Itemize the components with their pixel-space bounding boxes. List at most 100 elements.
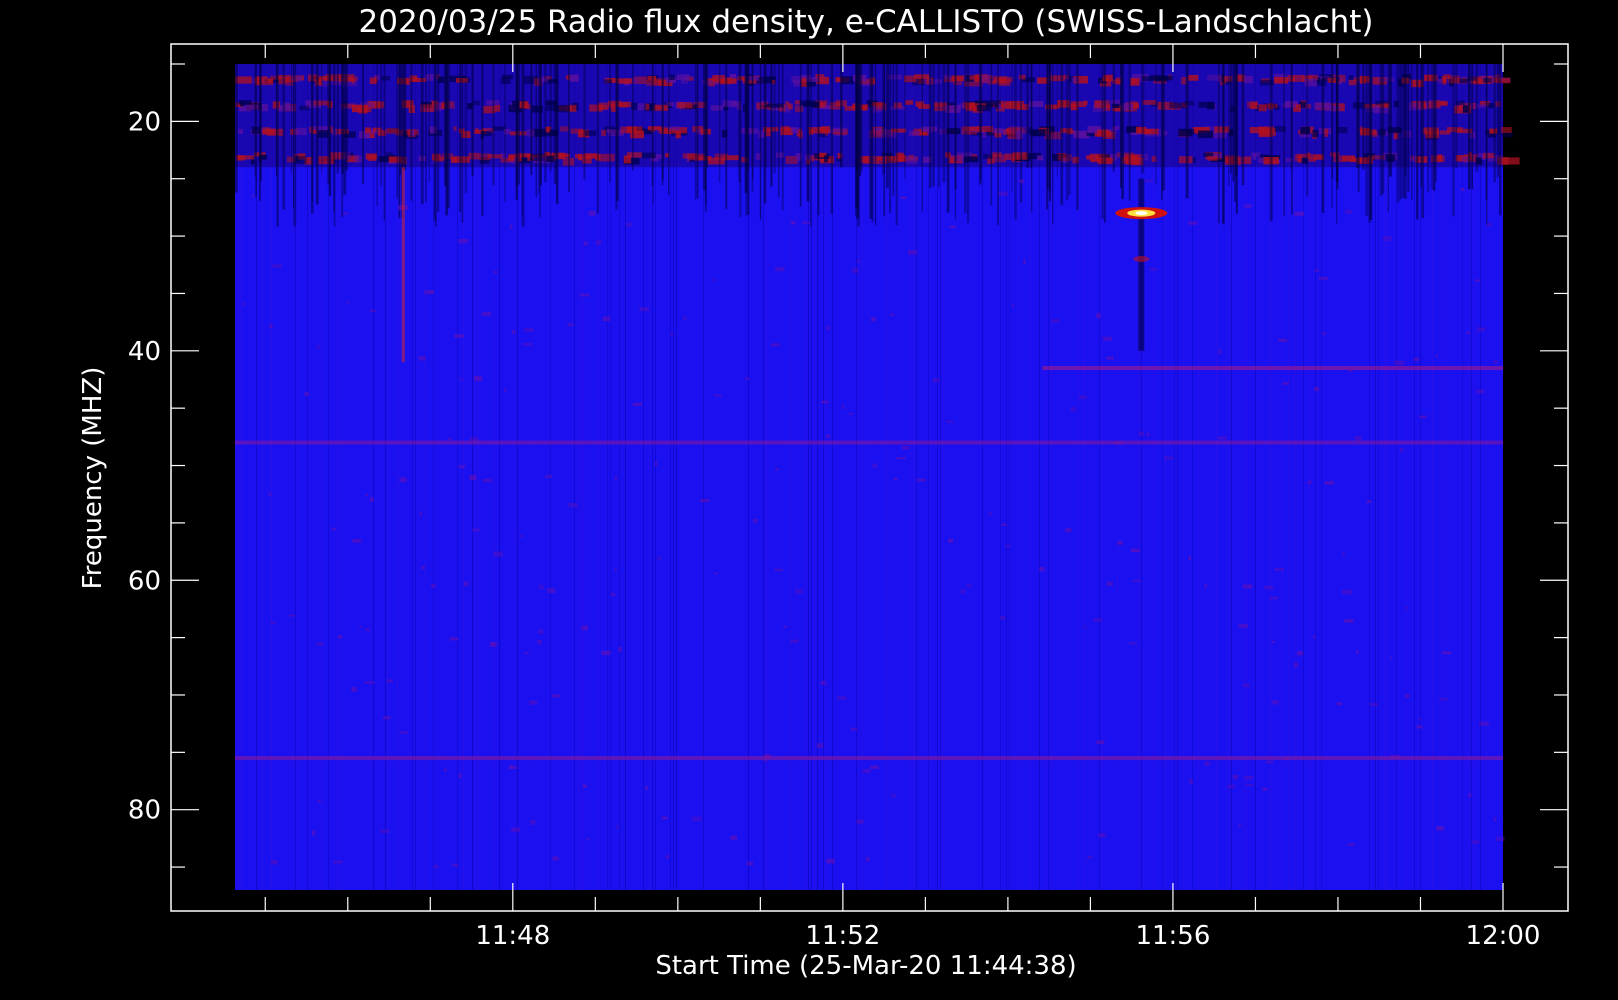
dark-streak: [1046, 64, 1049, 210]
dark-streak: [1230, 64, 1232, 174]
noise-speckle: [1404, 694, 1410, 698]
noise-speckle: [639, 307, 649, 312]
noise-speckle: [508, 765, 515, 770]
noise-speckle: [1493, 77, 1511, 84]
noise-speckle: [354, 76, 358, 82]
noise-speckle: [582, 784, 587, 788]
noise-speckle: [474, 376, 483, 381]
noise-column: [1441, 64, 1442, 890]
noise-speckle: [537, 639, 542, 645]
noise-speckle: [676, 74, 690, 81]
noise-speckle: [618, 647, 622, 652]
dark-streak: [445, 64, 448, 216]
noise-speckle: [1232, 774, 1239, 779]
noise-speckle: [1274, 568, 1284, 571]
noise-speckle: [528, 700, 538, 705]
dark-streak: [1396, 64, 1400, 203]
dark-streak: [855, 64, 857, 216]
noise-column: [1480, 64, 1481, 890]
dark-streak: [799, 64, 802, 207]
noise-column: [1294, 64, 1295, 890]
noise-speckle: [469, 474, 477, 480]
dark-streak: [396, 64, 398, 199]
dark-streak: [1368, 64, 1372, 224]
noise-speckle: [1282, 382, 1290, 385]
noise-speckle: [850, 727, 858, 731]
noise-speckle: [988, 511, 992, 516]
dark-streak: [1223, 64, 1225, 225]
noise-speckle: [1441, 651, 1452, 655]
noise-speckle: [916, 478, 926, 482]
dark-streak: [315, 64, 319, 205]
noise-speckle: [1459, 78, 1468, 84]
noise-speckle: [351, 687, 357, 692]
dark-streak: [1014, 64, 1017, 220]
dark-streak: [425, 64, 427, 202]
dark-streak: [817, 64, 820, 216]
noise-column: [298, 64, 299, 890]
dark-streak: [1120, 64, 1123, 188]
dark-streak: [773, 64, 776, 174]
noise-speckle: [1250, 102, 1258, 110]
noise-speckle: [1169, 102, 1186, 109]
noise-speckle: [1414, 357, 1420, 362]
noise-column: [790, 64, 791, 890]
noise-column: [937, 64, 938, 890]
noise-speckle: [992, 152, 1002, 158]
noise-speckle: [1189, 779, 1193, 784]
noise-speckle: [1271, 700, 1280, 705]
noise-speckle: [907, 250, 918, 255]
dark-streak: [694, 64, 697, 200]
interference-line: [235, 440, 1503, 445]
noise-column: [1198, 64, 1199, 890]
noise-column: [1288, 64, 1289, 890]
noise-speckle: [787, 103, 793, 110]
noise-speckle: [1294, 211, 1304, 216]
noise-speckle: [791, 127, 799, 133]
noise-speckle: [504, 388, 507, 392]
dark-streak: [895, 64, 898, 225]
dark-streak: [752, 64, 754, 180]
noise-column: [928, 64, 929, 890]
noise-speckle: [906, 156, 917, 165]
noise-speckle: [820, 680, 826, 686]
dark-streak: [929, 64, 932, 188]
noise-speckle: [1204, 761, 1210, 766]
noise-speckle: [530, 819, 536, 825]
noise-speckle: [458, 238, 469, 244]
dark-streak: [1416, 64, 1419, 220]
noise-speckle: [268, 78, 274, 84]
noise-speckle: [870, 765, 879, 769]
noise-speckle: [1314, 386, 1320, 392]
noise-speckle: [795, 105, 804, 113]
noise-speckle: [443, 768, 448, 772]
noise-column: [1420, 64, 1421, 890]
dark-streak: [1381, 64, 1385, 194]
dark-streak: [293, 64, 297, 227]
dark-streak: [904, 64, 906, 179]
noise-column: [385, 64, 386, 890]
noise-speckle: [682, 316, 687, 320]
noise-speckle: [1476, 389, 1484, 394]
dark-streak: [1496, 64, 1500, 177]
dark-streak: [964, 64, 967, 214]
noise-speckle: [614, 475, 618, 481]
chart-title: 2020/03/25 Radio flux density, e-CALLIST…: [359, 4, 1374, 40]
noise-speckle: [1344, 209, 1353, 214]
noise-speckle: [691, 816, 702, 822]
noise-speckle: [841, 76, 855, 85]
noise-speckle: [1318, 277, 1329, 280]
noise-speckle: [1144, 179, 1154, 183]
dark-streak: [290, 64, 292, 174]
noise-speckle: [1188, 556, 1192, 561]
noise-speckle: [1342, 156, 1347, 162]
noise-speckle: [611, 592, 616, 597]
dark-streak: [885, 64, 889, 188]
dark-streak: [403, 64, 407, 171]
noise-speckle: [1005, 545, 1011, 548]
noise-speckle: [487, 154, 503, 159]
dark-streak: [538, 64, 540, 193]
noise-column: [337, 64, 338, 890]
noise-column: [271, 64, 272, 890]
noise-column: [1153, 64, 1154, 890]
